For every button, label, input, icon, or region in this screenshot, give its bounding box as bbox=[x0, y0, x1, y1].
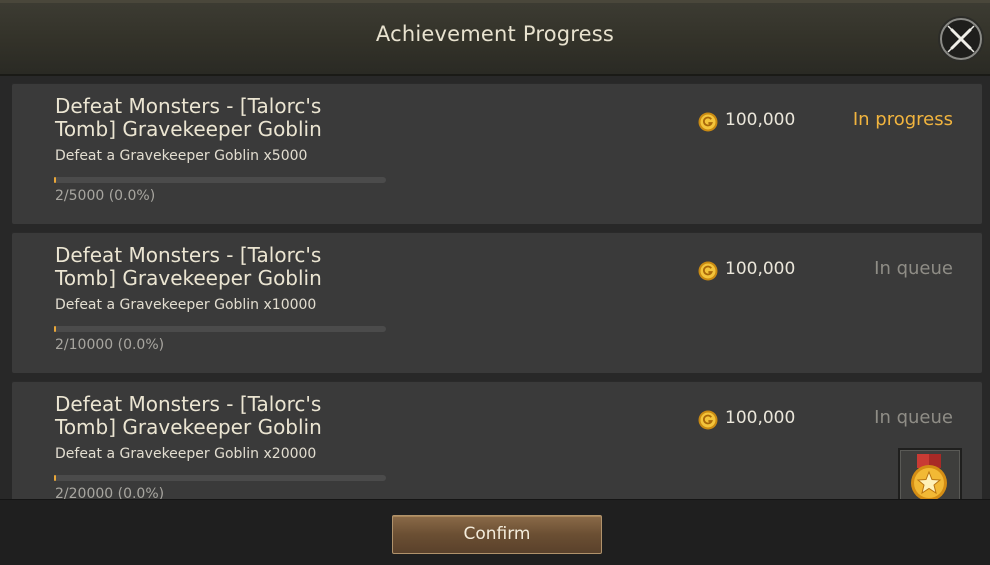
achievement-description: Defeat a Gravekeeper Goblin x10000 bbox=[55, 297, 317, 313]
dialog-header: Achievement Progress bbox=[0, 0, 990, 76]
progress-text: 2/5000 (0.0%) bbox=[55, 188, 156, 204]
reward-amount: 100,000 bbox=[725, 408, 796, 428]
dialog-footer: Confirm bbox=[0, 499, 990, 565]
achievement-description: Defeat a Gravekeeper Goblin x20000 bbox=[55, 446, 317, 462]
progress-bar bbox=[54, 177, 386, 183]
progress-text: 2/20000 (0.0%) bbox=[55, 486, 165, 499]
achievement-description: Defeat a Gravekeeper Goblin x5000 bbox=[55, 148, 308, 164]
status-label: In progress bbox=[852, 109, 953, 130]
achievement-title: Defeat Monsters - [Talorc's Tomb] Gravek… bbox=[55, 243, 322, 290]
achievement-card: Defeat Monsters - [Talorc's Tomb] Gravek… bbox=[12, 83, 982, 224]
gold-coin-icon bbox=[698, 410, 718, 430]
progress-bar-fill bbox=[54, 326, 56, 332]
achievement-card: Defeat Monsters - [Talorc's Tomb] Gravek… bbox=[12, 232, 982, 373]
close-button[interactable] bbox=[940, 18, 982, 60]
status-label: In queue bbox=[874, 407, 953, 428]
confirm-button[interactable]: Confirm bbox=[392, 515, 602, 554]
dialog-title: Achievement Progress bbox=[375, 22, 615, 46]
reward-amount: 100,000 bbox=[725, 110, 796, 130]
progress-text: 2/10000 (0.0%) bbox=[55, 337, 165, 353]
medal-star-icon bbox=[911, 454, 947, 499]
gold-coin-icon bbox=[698, 112, 718, 132]
reward-amount: 100,000 bbox=[725, 259, 796, 279]
close-x-icon bbox=[947, 25, 975, 53]
gold-coin-icon bbox=[698, 261, 718, 281]
progress-bar-fill bbox=[54, 177, 56, 183]
status-label: In queue bbox=[874, 258, 953, 279]
achievement-title: Defeat Monsters - [Talorc's Tomb] Gravek… bbox=[55, 94, 322, 141]
progress-bar bbox=[54, 326, 386, 332]
achievement-list[interactable]: Defeat Monsters - [Talorc's Tomb] Gravek… bbox=[0, 76, 990, 499]
achievement-title: Defeat Monsters - [Talorc's Tomb] Gravek… bbox=[55, 392, 322, 439]
achievement-card: Defeat Monsters - [Talorc's Tomb] Gravek… bbox=[12, 381, 982, 499]
progress-bar-fill bbox=[54, 475, 56, 481]
progress-bar bbox=[54, 475, 386, 481]
medal-badge[interactable] bbox=[898, 448, 962, 499]
